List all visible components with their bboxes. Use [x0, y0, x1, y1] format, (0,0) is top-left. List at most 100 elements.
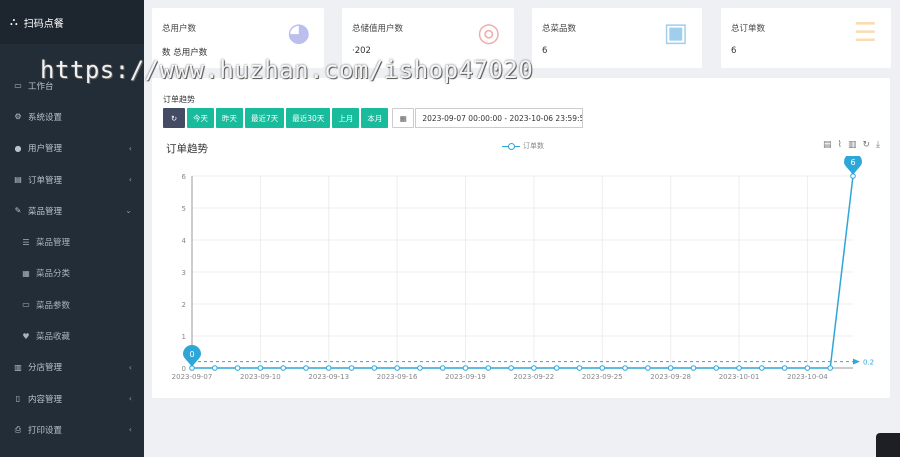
brand[interactable]: ⛬ 扫码点餐 — [0, 0, 144, 44]
data-point — [485, 365, 492, 371]
data-point — [371, 365, 378, 371]
order-icon: ▤ — [14, 175, 22, 185]
data-point — [553, 365, 560, 371]
sidebar-item-label: 工作台 — [28, 81, 54, 92]
panel-title: 订单趋势 — [163, 95, 195, 104]
x-tick-label: 2023-09-13 — [308, 373, 349, 381]
user-avatar-icon: ◕ — [287, 18, 310, 48]
data-point — [531, 365, 537, 371]
x-tick-label: 2023-09-07 — [172, 373, 213, 381]
y-tick-label: 2 — [182, 301, 186, 309]
order-trend-panel: 订单趋势 ↻ 今天 昨天 最近7天 最近30天 上月 本月 ▦ 2023-09-… — [152, 78, 890, 398]
sidebar-item-1[interactable]: ⚙ 系统设置 — [0, 101, 144, 132]
data-point — [599, 365, 606, 371]
sidebar-item-label: 菜品分类 — [36, 269, 71, 280]
data-point — [257, 365, 264, 371]
chevron-left-icon: ‹ — [128, 425, 132, 435]
data-view-icon[interactable]: ▤ — [823, 140, 832, 150]
sidebar-item-2[interactable]: ● 用户管理 ‹ — [0, 133, 144, 164]
bar-chart-icon[interactable]: ▥ — [848, 140, 857, 150]
chevron-left-icon: ‹ — [128, 143, 132, 153]
sidebar-item-label: 菜品收藏 — [36, 332, 71, 343]
legend-line-icon — [502, 142, 520, 150]
sidebar-item-5[interactable]: ☰ 菜品管理 — [0, 226, 144, 257]
date-range-input[interactable]: 2023-09-07 00:00:00 - 2023-10-06 23:59:5… — [415, 108, 584, 128]
sidebar-item-label: 分店管理 — [28, 363, 63, 374]
sidebar-item-label: 菜品管理 — [36, 238, 71, 249]
cubes-icon: ⛬ — [10, 15, 18, 28]
last-month-button[interactable]: 上月 — [332, 108, 360, 128]
gift-icon: ▣ — [663, 18, 688, 48]
date-toolbar: ↻ 今天 昨天 最近7天 最近30天 上月 本月 ▦ 2023-09-07 00… — [163, 108, 584, 128]
y-tick-label: 1 — [182, 333, 186, 341]
grid-icon: ▦ — [22, 268, 30, 278]
data-point — [690, 365, 697, 371]
last7-button[interactable]: 最近7天 — [245, 108, 285, 128]
y-tick-label: 5 — [182, 205, 186, 213]
data-point — [736, 365, 742, 371]
x-tick-label: 2023-09-25 — [582, 373, 623, 381]
cogs-icon: ⚙ — [14, 112, 22, 122]
x-tick-label: 2023-09-28 — [650, 373, 691, 381]
calendar-icon[interactable]: ▦ — [392, 108, 415, 128]
monitor-icon: ▭ — [14, 81, 22, 91]
sidebar-item-10[interactable]: ▯ 内容管理 ‹ — [0, 383, 144, 414]
lifebuoy-icon: ◎ — [477, 18, 500, 48]
mark-line-arrow — [853, 358, 860, 365]
chevron-left-icon: ‹ — [128, 362, 132, 372]
restore-icon[interactable]: ↻ — [862, 140, 870, 150]
data-point — [325, 365, 332, 371]
sidebar-item-11[interactable]: ⎙ 打印设置 ‹ — [0, 414, 144, 445]
line-chart-icon[interactable]: ⌇ — [838, 140, 842, 150]
sidebar-item-label: 内容管理 — [28, 394, 63, 405]
data-point — [781, 365, 788, 371]
sidebar-item-9[interactable]: ▥ 分店管理 ‹ — [0, 352, 144, 383]
corner-button[interactable] — [876, 433, 900, 457]
chevron-down-icon: ⌄ — [125, 206, 132, 216]
mark-line-label: 0.2 — [863, 359, 874, 367]
file-icon: ▯ — [15, 394, 21, 404]
data-point — [827, 365, 834, 371]
table-list-icon: ☰ — [853, 18, 877, 48]
sidebar-item-6[interactable]: ▦ 菜品分类 — [0, 258, 144, 289]
x-tick-label: 2023-09-19 — [445, 373, 486, 381]
sidebar-item-4[interactable]: ✎ 菜品管理 ⌄ — [0, 195, 144, 226]
data-point — [234, 365, 241, 371]
sidebar-item-7[interactable]: ▭ 菜品参数 — [0, 289, 144, 320]
data-point — [417, 365, 423, 371]
sidebar-item-3[interactable]: ▤ 订单管理 ‹ — [0, 164, 144, 195]
data-point — [280, 365, 286, 371]
last30-button[interactable]: 最近30天 — [286, 108, 331, 128]
yesterday-button[interactable]: 昨天 — [216, 108, 243, 128]
chevron-left-icon: ‹ — [128, 175, 132, 185]
download-icon[interactable]: ⤓ — [876, 140, 880, 150]
mark-point-label: 6 — [850, 158, 855, 167]
card-icon: ▭ — [22, 300, 30, 310]
legend-label: 订单数 — [523, 142, 544, 150]
heart-icon: ♥ — [22, 331, 30, 341]
stat-card-1: 总储值用户数 ·202 ◎ — [342, 8, 514, 68]
stat-card-2: 总菜品数 6 ▣ — [532, 8, 702, 68]
building-icon: ▥ — [14, 362, 22, 372]
chart-legend[interactable]: 订单数 — [502, 141, 544, 151]
sidebar-item-0[interactable]: ▭ 工作台 — [0, 70, 144, 101]
chevron-left-icon: ‹ — [128, 394, 132, 404]
sidebar-item-8[interactable]: ♥ 菜品收藏 — [0, 320, 144, 351]
this-month-button[interactable]: 本月 — [361, 108, 389, 128]
data-point — [508, 365, 514, 371]
sidebar-nav: ▭ 工作台 ⚙ 系统设置 ● 用户管理 ‹ ▤ 订单管理 ‹ ✎ 菜品管理 ⌄ ☰ 菜品管理 ▦ 菜品分类 ▭ 菜品… — [0, 44, 144, 446]
today-button[interactable]: 今天 — [187, 108, 214, 128]
user-icon: ● — [14, 143, 22, 153]
data-point — [394, 365, 400, 371]
edit-icon: ✎ — [14, 206, 22, 216]
data-point — [804, 365, 811, 371]
data-point — [439, 365, 446, 371]
refresh-button[interactable]: ↻ — [163, 108, 185, 128]
x-tick-label: 2023-10-01 — [719, 373, 760, 381]
sidebar-item-label: 菜品管理 — [28, 206, 63, 217]
sidebar-item-label: 订单管理 — [28, 175, 63, 186]
sidebar-item-label: 菜品参数 — [36, 300, 71, 311]
chart-title: 订单趋势 — [166, 143, 208, 155]
data-point — [303, 365, 309, 371]
data-point — [759, 365, 765, 371]
